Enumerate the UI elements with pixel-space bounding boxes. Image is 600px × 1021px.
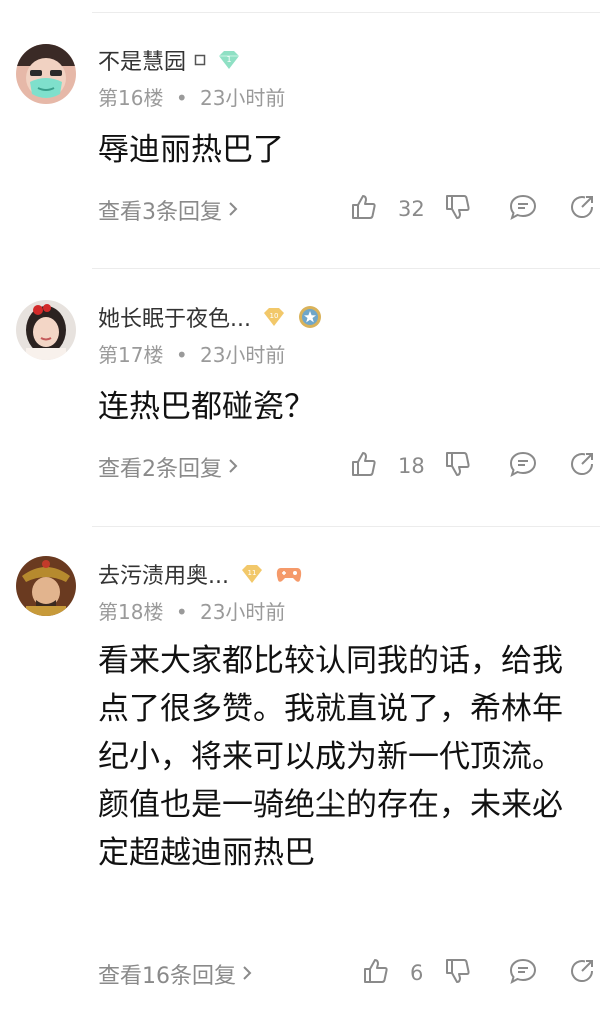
thumbs-up-icon	[350, 450, 378, 482]
comment-actions: 6	[340, 955, 600, 991]
comment-bubble-icon	[508, 450, 538, 482]
username[interactable]: 去污渍用奥...	[98, 558, 229, 590]
share-icon	[568, 957, 596, 989]
thumbs-down-icon	[444, 957, 472, 989]
separator-dot: •	[175, 600, 188, 624]
divider	[92, 526, 600, 527]
reply-button[interactable]	[508, 191, 538, 227]
thumbs-down-icon	[444, 450, 472, 482]
share-button[interactable]	[568, 955, 596, 991]
like-button[interactable]: 18	[350, 448, 425, 484]
timestamp: 23小时前	[199, 343, 286, 367]
view-replies-label: 查看16条回复	[98, 964, 236, 989]
star-medal-icon	[297, 304, 323, 330]
like-count: 32	[398, 197, 425, 221]
view-replies-label: 查看3条回复	[98, 200, 222, 225]
comment-actions: 32	[340, 191, 600, 227]
comment-meta: 第18楼 • 23小时前	[98, 596, 285, 625]
thumbs-up-icon	[362, 957, 390, 989]
chevron-right-icon	[228, 455, 238, 480]
comment-meta: 第16楼 • 23小时前	[98, 82, 285, 111]
diamond-level-badge-icon: 1	[216, 49, 242, 71]
svg-text:11: 11	[248, 569, 257, 577]
like-count: 6	[410, 961, 424, 985]
view-replies-label: 查看2条回复	[98, 457, 222, 482]
floor-number: 第17楼	[98, 343, 164, 367]
avatar[interactable]	[16, 556, 76, 616]
username[interactable]: 她长眠于夜色...	[98, 301, 251, 333]
floor-number: 第16楼	[98, 86, 164, 110]
separator-dot: •	[175, 86, 188, 110]
view-replies-link[interactable]: 查看2条回复	[98, 451, 238, 483]
dislike-button[interactable]	[444, 955, 472, 991]
username[interactable]: 不是慧园	[98, 44, 186, 76]
avatar[interactable]	[16, 44, 76, 104]
comment-text: 看来大家都比较认同我的话，给我点了很多赞。我就直说了，希林年纪小，将来可以成为新…	[98, 643, 563, 871]
svg-text:1: 1	[226, 55, 231, 64]
like-button[interactable]: 6	[362, 955, 423, 991]
floor-number: 第18楼	[98, 600, 164, 624]
thumbs-up-icon	[350, 193, 378, 225]
comment-bubble-icon	[508, 957, 538, 989]
divider	[92, 12, 600, 13]
diamond-level-badge-icon: 11	[239, 563, 265, 585]
reply-button[interactable]	[508, 955, 538, 991]
comment-meta: 第17楼 • 23小时前	[98, 339, 285, 368]
chevron-right-icon	[228, 198, 238, 223]
reply-button[interactable]	[508, 448, 538, 484]
share-button[interactable]	[568, 191, 596, 227]
svg-text:10: 10	[270, 312, 279, 320]
separator-dot: •	[175, 343, 188, 367]
view-replies-link[interactable]: 查看16条回复	[98, 958, 252, 990]
comment-text: 辱迪丽热巴了	[98, 132, 284, 168]
like-button[interactable]: 32	[350, 191, 425, 227]
comment-bubble-icon	[508, 193, 538, 225]
dislike-button[interactable]	[444, 448, 472, 484]
comment-actions: 18	[340, 448, 600, 484]
avatar[interactable]	[16, 300, 76, 360]
like-count: 18	[398, 454, 425, 478]
chevron-right-icon	[242, 962, 252, 987]
share-icon	[568, 450, 596, 482]
timestamp: 23小时前	[199, 600, 286, 624]
timestamp: 23小时前	[199, 86, 286, 110]
diamond-level-badge-icon: 10	[261, 306, 287, 328]
divider	[92, 268, 600, 269]
view-replies-link[interactable]: 查看3条回复	[98, 194, 238, 226]
dislike-button[interactable]	[444, 191, 472, 227]
share-button[interactable]	[568, 448, 596, 484]
square-icon	[194, 54, 206, 66]
comment-text: 连热巴都碰瓷？	[98, 389, 315, 425]
share-icon	[568, 193, 596, 225]
gamepad-icon	[275, 562, 303, 586]
thumbs-down-icon	[444, 193, 472, 225]
